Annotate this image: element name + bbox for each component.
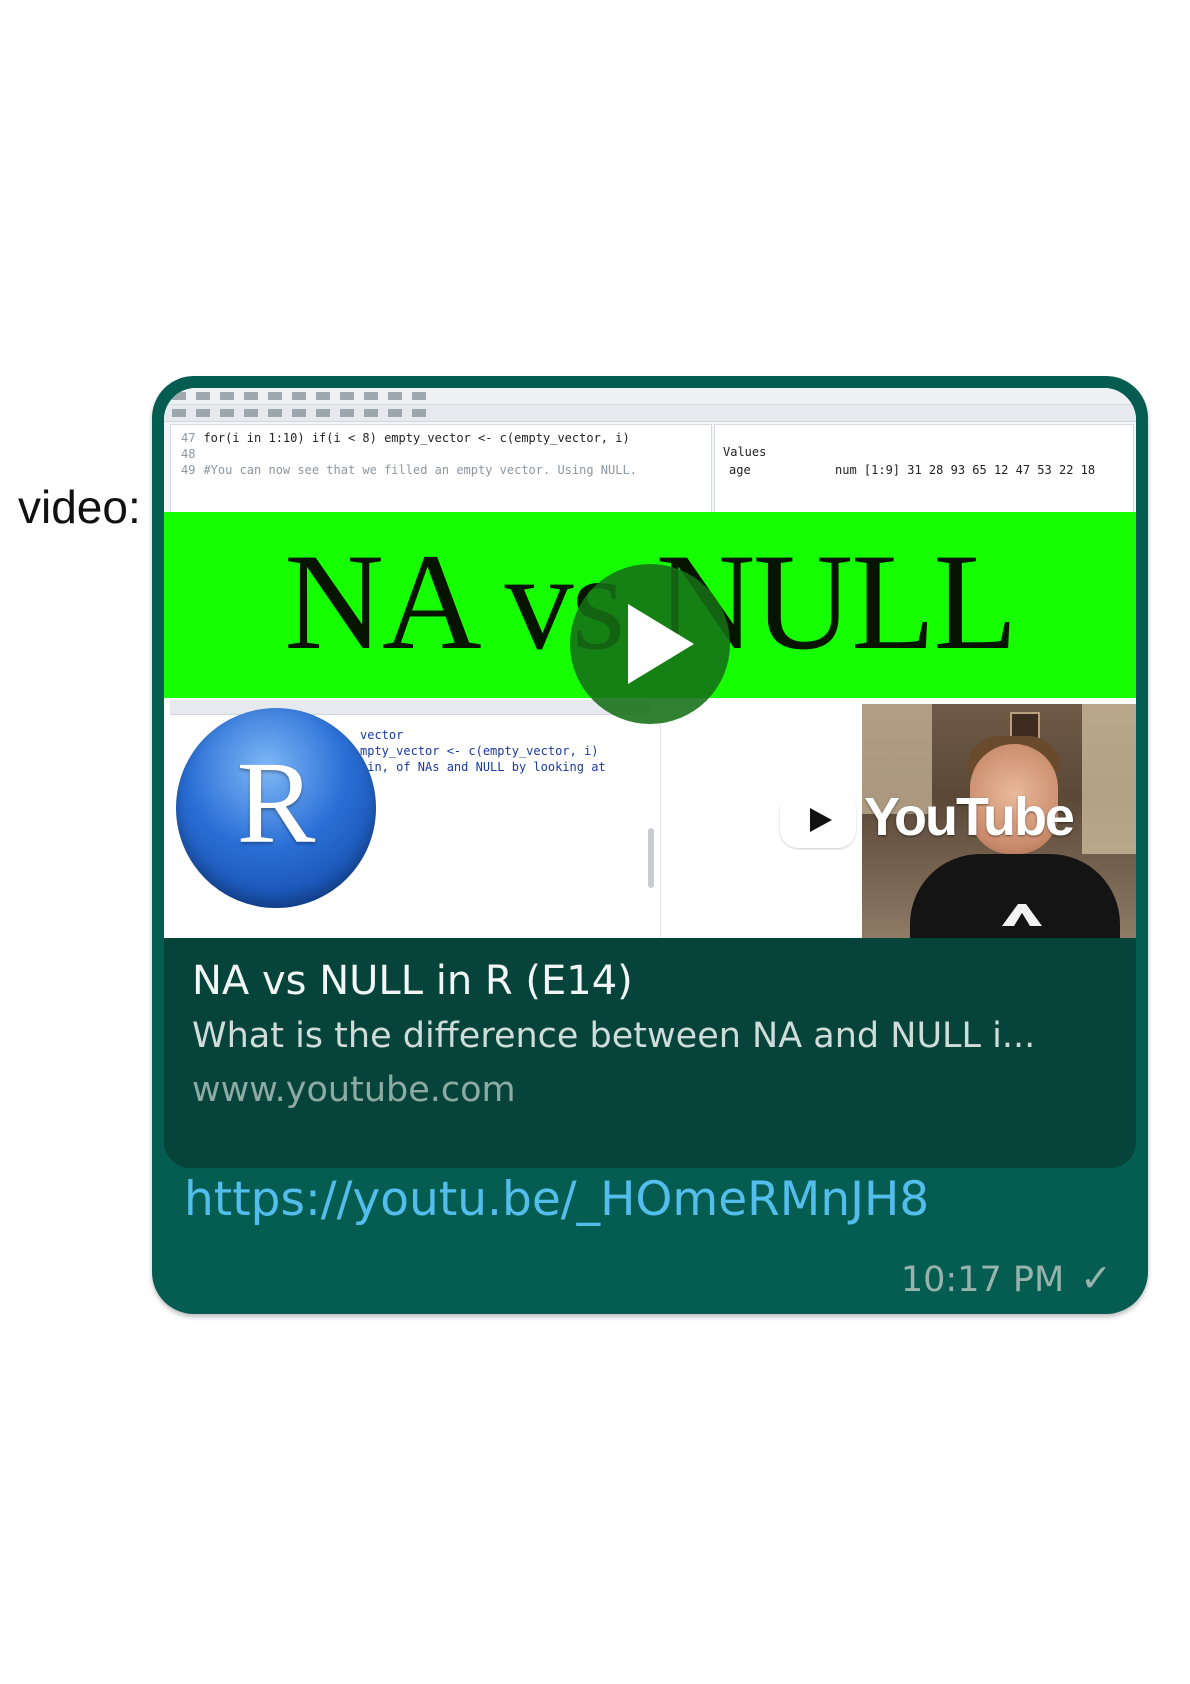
console-line: mpty_vector <- c(empty_vector, i) [360, 744, 599, 758]
message-link[interactable]: https://youtu.be/_HOmeRMnJH8 [184, 1172, 929, 1227]
ide-environment-pane: Values age num [1:9] 31 28 93 65 12 47 5… [714, 424, 1134, 514]
preview-domain: www.youtube.com [192, 1070, 516, 1110]
env-header: Values [723, 445, 767, 459]
console-line: ain, of NAs and NULL by looking at [360, 760, 606, 774]
check-icon: ✓ [1080, 1256, 1112, 1300]
ide-screenshot-top: 47 for(i in 1:10) if(i < 8) empty_vector … [164, 388, 1136, 514]
ide-editor-pane: 47 for(i in 1:10) if(i < 8) empty_vector … [170, 424, 712, 514]
link-preview-card[interactable]: 47 for(i in 1:10) if(i < 8) empty_vector … [164, 388, 1136, 1168]
r-logo-icon: R [176, 708, 376, 908]
youtube-logo-icon: YouTube [780, 787, 1110, 852]
message-meta: 10:17 PM ✓ [901, 1256, 1112, 1300]
youtube-wordmark: YouTube [864, 787, 1075, 847]
ide-toolbar [164, 405, 1136, 422]
preview-title: NA vs NULL in R (E14) [192, 958, 633, 1004]
r-logo-letter: R [236, 737, 316, 868]
video-label: video: [18, 481, 141, 533]
play-icon[interactable] [570, 564, 730, 724]
console-scrollbar [648, 828, 654, 888]
code-line: 47 for(i in 1:10) if(i < 8) empty_vector … [181, 431, 630, 445]
message-time: 10:17 PM [900, 1260, 1065, 1300]
message-bubble: 47 for(i in 1:10) if(i < 8) empty_vector … [152, 376, 1148, 1314]
env-row-name: age [729, 463, 751, 477]
video-thumbnail[interactable]: 47 for(i in 1:10) if(i < 8) empty_vector … [164, 388, 1136, 938]
code-line: 49 #You can now see that we filled an emp… [181, 463, 637, 477]
env-row-value: num [1:9] 31 28 93 65 12 47 53 22 18 [835, 463, 1096, 477]
preview-description: What is the difference between NA and NU… [192, 1016, 1036, 1056]
ide-menubar [164, 388, 1136, 405]
youtube-play-icon [780, 792, 856, 848]
code-line: 48 [181, 447, 196, 461]
